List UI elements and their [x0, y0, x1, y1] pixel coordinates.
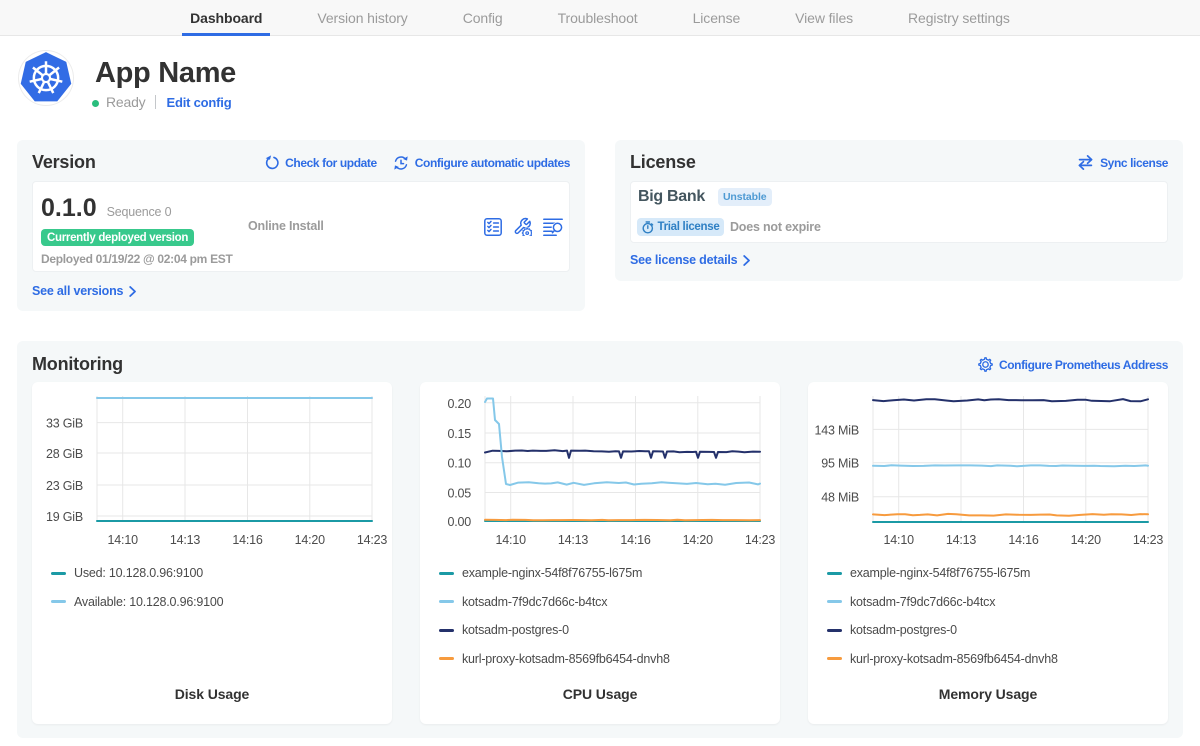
svg-text:14:16: 14:16	[1008, 533, 1039, 547]
svg-text:95 MiB: 95 MiB	[821, 457, 859, 471]
svg-text:14:10: 14:10	[108, 533, 139, 547]
svg-text:0.00: 0.00	[447, 515, 471, 529]
svg-text:143 MiB: 143 MiB	[815, 423, 859, 437]
svg-text:14:16: 14:16	[232, 533, 263, 547]
svg-text:0.15: 0.15	[447, 427, 471, 441]
svg-text:0.05: 0.05	[447, 487, 471, 501]
svg-text:14:16: 14:16	[620, 533, 651, 547]
svg-text:14:13: 14:13	[946, 533, 977, 547]
svg-text:0.10: 0.10	[447, 457, 471, 471]
svg-text:48 MiB: 48 MiB	[821, 491, 859, 505]
svg-text:19 GiB: 19 GiB	[46, 510, 83, 524]
svg-text:0.20: 0.20	[447, 397, 471, 411]
svg-text:14:13: 14:13	[558, 533, 589, 547]
svg-text:28 GiB: 28 GiB	[46, 447, 83, 461]
svg-text:14:20: 14:20	[295, 533, 326, 547]
svg-text:14:23: 14:23	[745, 533, 776, 547]
svg-text:14:23: 14:23	[357, 533, 388, 547]
svg-text:14:20: 14:20	[683, 533, 714, 547]
svg-text:14:23: 14:23	[1133, 533, 1164, 547]
svg-text:14:10: 14:10	[496, 533, 527, 547]
svg-text:33 GiB: 33 GiB	[46, 417, 83, 431]
svg-text:23 GiB: 23 GiB	[46, 479, 83, 493]
svg-text:14:10: 14:10	[884, 533, 915, 547]
svg-text:14:20: 14:20	[1071, 533, 1102, 547]
svg-text:14:13: 14:13	[170, 533, 201, 547]
